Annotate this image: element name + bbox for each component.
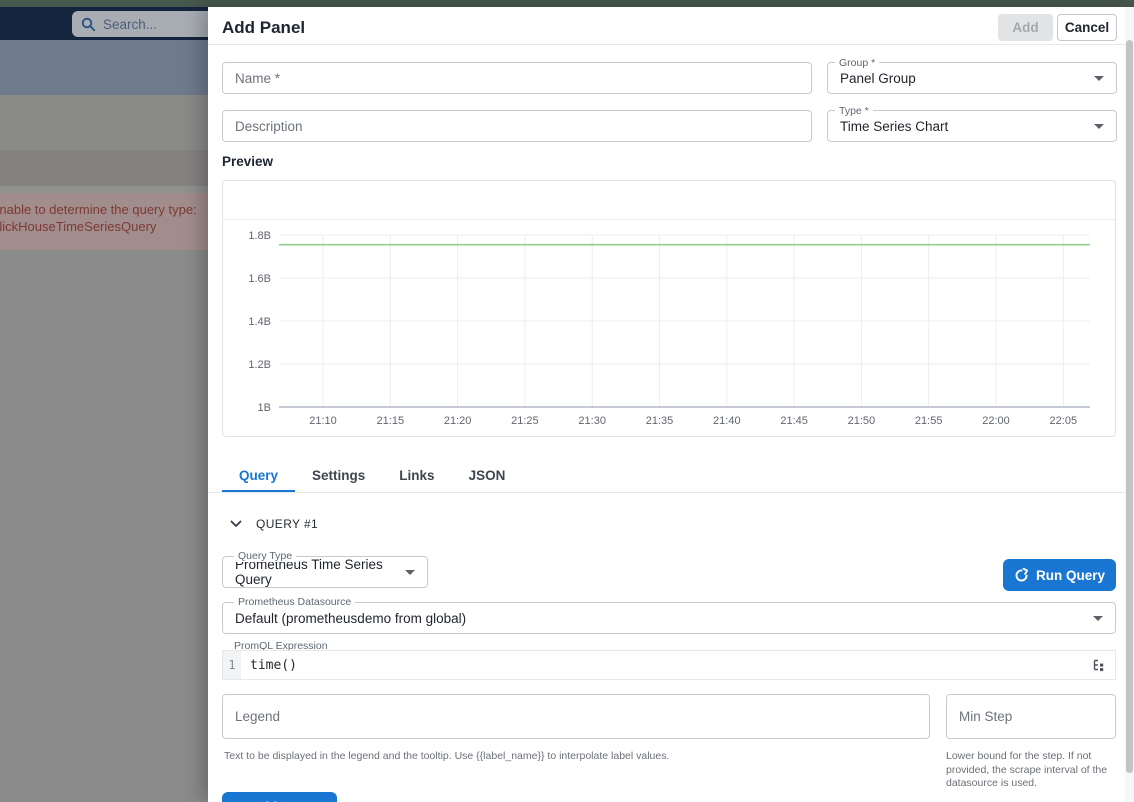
editor-line-number: 1 — [223, 651, 241, 679]
prometheus-datasource-select[interactable]: Default (prometheusdemo from global) — [222, 602, 1116, 634]
chevron-down-icon — [1093, 616, 1103, 621]
tabs-divider — [208, 492, 1125, 493]
error-alert-line1: Unable to determine the query type: — [0, 201, 208, 218]
error-alert-line2: ClickHouseTimeSeriesQuery — [0, 218, 208, 235]
cancel-button[interactable]: Cancel — [1057, 14, 1117, 41]
scrollbar-thumb[interactable] — [1126, 40, 1133, 773]
svg-text:1.4B: 1.4B — [248, 316, 271, 328]
svg-text:1.6B: 1.6B — [248, 273, 271, 285]
tab-settings-label: Settings — [312, 468, 365, 483]
app-header-dimmed: Search... — [0, 7, 208, 40]
svg-text:21:30: 21:30 — [578, 415, 606, 427]
add-query-button[interactable]: + Add Query — [222, 792, 337, 802]
min-step-helper-text: Lower bound for the step. If not provide… — [946, 750, 1114, 791]
group-select-value: Panel Group — [840, 71, 1094, 86]
svg-text:21:10: 21:10 — [309, 415, 337, 427]
svg-text:21:25: 21:25 — [511, 415, 539, 427]
tab-json[interactable]: JSON — [452, 459, 523, 492]
panel-editor-tabs: Query Settings Links JSON — [222, 459, 522, 492]
promql-expression[interactable]: time() — [241, 658, 1092, 673]
panel-separator-dimmed — [0, 186, 208, 193]
legend-helper-text: Text to be displayed in the legend and t… — [224, 750, 914, 764]
type-select-value: Time Series Chart — [840, 119, 1094, 134]
chevron-down-icon — [230, 520, 242, 528]
svg-text:22:00: 22:00 — [982, 415, 1010, 427]
tab-query[interactable]: Query — [222, 459, 295, 492]
run-query-label: Run Query — [1036, 568, 1105, 583]
svg-text:21:50: 21:50 — [848, 415, 876, 427]
time-series-chart: 1.8B 1.6B 1.4B 1.2B 1B 21:10 21:15 21:20 21:25 21… — [223, 220, 1115, 437]
type-label: Type * — [835, 105, 873, 117]
svg-text:1.2B: 1.2B — [248, 359, 271, 371]
dashboard-background-dimmed — [0, 250, 208, 802]
name-field[interactable] — [222, 62, 812, 94]
query-accordion-label: QUERY #1 — [256, 517, 318, 531]
min-step-field[interactable] — [946, 694, 1116, 739]
dashboard-toolbar-dimmed — [0, 40, 208, 95]
chevron-down-icon — [405, 570, 415, 575]
tab-json-label: JSON — [469, 468, 506, 483]
datasource-label: Prometheus Datasource — [234, 596, 355, 608]
run-query-button[interactable]: Run Query — [1003, 559, 1116, 591]
query-type-label: Query Type — [234, 550, 296, 562]
svg-text:1B: 1B — [258, 402, 271, 414]
svg-text:21:20: 21:20 — [444, 415, 472, 427]
svg-text:21:35: 21:35 — [646, 415, 674, 427]
panel-header-dimmed — [0, 150, 208, 186]
search-icon — [81, 17, 96, 32]
preview-panel: 1.8B 1.6B 1.4B 1.2B 1B 21:10 21:15 21:20 21:25 21… — [222, 180, 1116, 437]
dashboard-band-dimmed — [0, 95, 208, 150]
refresh-icon — [1014, 568, 1029, 583]
chevron-down-icon — [1094, 76, 1104, 81]
tab-links-label: Links — [399, 468, 434, 483]
add-button[interactable]: Add — [998, 14, 1053, 41]
header-divider — [208, 44, 1125, 45]
dialog-title: Add Panel — [222, 18, 305, 38]
dialog-scrollbar[interactable] — [1125, 7, 1134, 802]
query-accordion-header[interactable]: QUERY #1 — [222, 517, 318, 531]
svg-text:21:15: 21:15 — [377, 415, 405, 427]
error-alert: Unable to determine the query type: Clic… — [0, 193, 208, 250]
datasource-value: Default (prometheusdemo from global) — [235, 611, 1093, 626]
svg-text:21:55: 21:55 — [915, 415, 943, 427]
svg-text:22:05: 22:05 — [1050, 415, 1078, 427]
legend-field[interactable] — [222, 694, 930, 739]
svg-text:21:40: 21:40 — [713, 415, 741, 427]
tab-query-label: Query — [239, 468, 278, 483]
tab-settings[interactable]: Settings — [295, 459, 382, 492]
chart-canvas: 1.8B 1.6B 1.4B 1.2B 1B 21:10 21:15 21:20 21:25 21… — [223, 220, 1115, 437]
tree-view-icon[interactable] — [1092, 659, 1106, 672]
svg-text:21:45: 21:45 — [780, 415, 808, 427]
preview-label: Preview — [222, 154, 273, 169]
svg-text:1.8B: 1.8B — [248, 230, 271, 242]
add-panel-dialog: Add Panel Add Cancel Panel Group Group *… — [208, 7, 1134, 802]
tab-links[interactable]: Links — [382, 459, 451, 492]
search-placeholder: Search... — [103, 17, 157, 32]
os-top-strip — [0, 0, 1134, 7]
chevron-down-icon — [1094, 124, 1104, 129]
description-field[interactable] — [222, 110, 812, 142]
promql-editor[interactable]: 1 time() — [222, 650, 1116, 680]
group-label: Group * — [835, 57, 879, 69]
